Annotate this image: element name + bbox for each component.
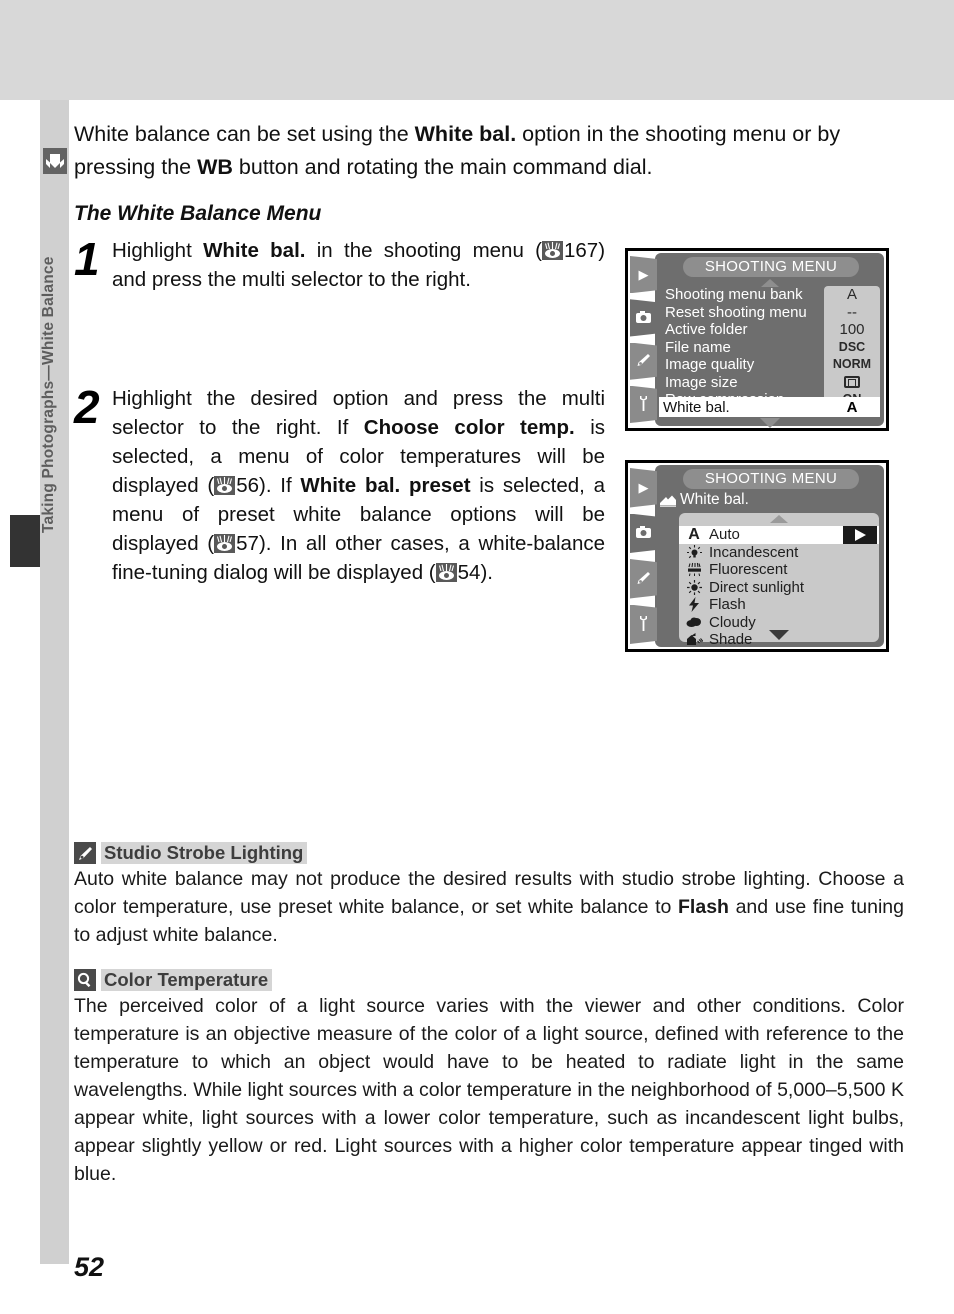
- note-2-header: Color Temperature: [74, 969, 904, 991]
- reference-eye-icon: [541, 241, 563, 260]
- lcd1-menu-row[interactable]: Reset shooting menu: [659, 304, 880, 322]
- lcd1-row-label: Image quality: [665, 356, 755, 373]
- note-1-body: Auto white balance may not produce the d…: [74, 865, 904, 949]
- lcd2-option-label: Cloudy: [709, 613, 756, 631]
- section-heading: The White Balance Menu: [74, 202, 322, 225]
- intro-bold-wb: WB: [197, 155, 233, 179]
- top-gray-band: [0, 0, 954, 100]
- step-1-text-2: in the shooting menu (: [305, 239, 542, 262]
- lcd1-tab-custom[interactable]: [630, 340, 657, 383]
- pencil-icon: [74, 842, 96, 864]
- intro-text-3: button and rotating the main command dia…: [232, 155, 653, 179]
- note-color-temperature: Color Temperature The perceived color of…: [74, 969, 904, 1188]
- lcd2-option-cloudy[interactable]: Cloudy: [679, 614, 879, 632]
- step-2-number: 2: [74, 381, 100, 433]
- reference-eye-icon: [214, 534, 236, 553]
- lcd2-option-auto[interactable]: A Auto: [679, 526, 879, 544]
- incandescent-icon: [679, 544, 709, 560]
- flash-icon: [679, 597, 709, 613]
- step-2-text-6: ).: [480, 561, 493, 584]
- step-1-text-1: Highlight: [112, 239, 204, 262]
- lcd2-option-label: Direct sunlight: [709, 578, 805, 596]
- lcd2-scroll-down-arrow[interactable]: [769, 630, 789, 640]
- lcd1-row-label: Shooting menu bank: [665, 286, 803, 303]
- step-2-bold-white-bal-preset: White bal. preset: [300, 474, 471, 497]
- white-balance-icon: [659, 494, 677, 507]
- reference-eye-icon: [435, 563, 457, 582]
- lcd1-title: SHOOTING MENU: [683, 257, 859, 277]
- note-2-title: Color Temperature: [101, 969, 273, 991]
- lcd2-tab-setup[interactable]: [630, 602, 657, 648]
- lcd2-tab-custom[interactable]: [630, 556, 657, 602]
- lcd2-option-incandescent[interactable]: Incandescent: [679, 544, 879, 562]
- lcd2-option-fluorescent[interactable]: Fluorescent: [679, 561, 879, 579]
- lcd1-menu-row[interactable]: Shooting menu bank: [659, 286, 880, 304]
- lcd1-row-label: File name: [665, 338, 731, 356]
- step-1-text: Highlight White bal. in the shooting men…: [112, 236, 605, 294]
- auto-icon: A: [688, 525, 700, 543]
- lcd1-menu-row[interactable]: Active folder: [659, 321, 880, 339]
- lcd1-menu-row[interactable]: File name: [659, 339, 880, 357]
- lcd2-body: SHOOTING MENU White bal. A Auto Incandes…: [655, 465, 884, 648]
- lcd2-option-direct-sunlight[interactable]: Direct sunlight: [679, 579, 879, 597]
- page-content: White balance can be set using the White…: [74, 118, 904, 1188]
- lcd2-enter-arrow-icon[interactable]: [843, 526, 877, 544]
- lcd2-breadcrumb-label: White bal.: [680, 491, 749, 508]
- step-2-text: Highlight the desired option and press t…: [112, 384, 605, 587]
- lcd1-row-label: Reset shooting menu: [665, 303, 807, 321]
- cloud-icon: [679, 616, 709, 628]
- intro-text-1: White balance can be set using the: [74, 122, 415, 146]
- note-studio-strobe-lighting: Studio Strobe Lighting Auto white balanc…: [74, 842, 904, 949]
- chapter-title: Taking Photographs—White Balance: [40, 256, 57, 534]
- note-1-title: Studio Strobe Lighting: [101, 842, 308, 864]
- lcd2-options-panel: A Auto Incandescent Fluorescent Direct s…: [679, 513, 879, 648]
- pencil-icon: [636, 353, 651, 369]
- fluorescent-icon: [679, 562, 709, 577]
- lcd2-option-flash[interactable]: Flash: [679, 596, 879, 614]
- step-1-bold-white-bal: White bal.: [203, 239, 306, 262]
- pencil-icon: [636, 571, 651, 587]
- lcd2-tab-playback[interactable]: ▶: [630, 465, 657, 511]
- lcd1-tab-playback[interactable]: ▶: [630, 253, 657, 296]
- note-1-bold-flash: Flash: [678, 896, 729, 918]
- step-1-page-ref: 167: [563, 239, 599, 262]
- note-1-header: Studio Strobe Lighting: [74, 842, 904, 864]
- shade-icon: [679, 633, 709, 646]
- lcd2-option-label: Incandescent: [709, 543, 799, 561]
- lcd2-scroll-up-arrow[interactable]: [770, 515, 788, 523]
- reference-eye-icon: [214, 476, 236, 495]
- intro-bold-white-bal: White bal.: [414, 122, 517, 146]
- playback-icon: ▶: [638, 267, 649, 283]
- step-2-page-ref-1: 56: [236, 474, 259, 497]
- magnifier-icon: [74, 969, 96, 991]
- lcd1-menu-row[interactable]: Image quality: [659, 356, 880, 374]
- wrench-icon: [638, 395, 649, 413]
- lcd2-breadcrumb: White bal.: [659, 491, 749, 509]
- step-2-page-ref-3: 54: [457, 561, 481, 584]
- intro-paragraph: White balance can be set using the White…: [74, 118, 894, 184]
- wrench-icon: [638, 615, 649, 633]
- step-2-text-3: ). If: [259, 474, 301, 497]
- lcd-white-balance-menu: SHOOTING MENU White bal. A Auto Incandes…: [625, 460, 889, 652]
- playback-icon: ▶: [638, 480, 649, 496]
- lcd1-row-label: Active folder: [665, 321, 748, 338]
- lcd2-tab-strip: ▶: [630, 465, 657, 647]
- lcd2-option-label: Flash: [709, 596, 746, 614]
- step-2-bold-choose-color-temp: Choose color temp.: [363, 416, 575, 439]
- lcd2-option-label: Shade: [709, 631, 753, 649]
- step-2-page-ref-2: 57: [236, 532, 259, 555]
- chapter-tab-marker: [10, 515, 40, 567]
- lcd2-option-label: Fluorescent: [709, 561, 788, 579]
- sun-icon: [679, 579, 709, 595]
- lcd2-tab-shooting[interactable]: [630, 511, 657, 557]
- camera-icon: [636, 526, 651, 540]
- camera-icon: [636, 310, 651, 325]
- step-1-number: 1: [74, 233, 100, 285]
- lcd2-title: SHOOTING MENU: [683, 469, 859, 489]
- lcd1-tab-shooting[interactable]: [630, 296, 657, 339]
- page-number: 52: [74, 1252, 105, 1282]
- note-2-body: The perceived color of a light source va…: [74, 995, 904, 1185]
- lcd2-option-label: Auto: [709, 526, 740, 544]
- camera-icon: [43, 148, 67, 174]
